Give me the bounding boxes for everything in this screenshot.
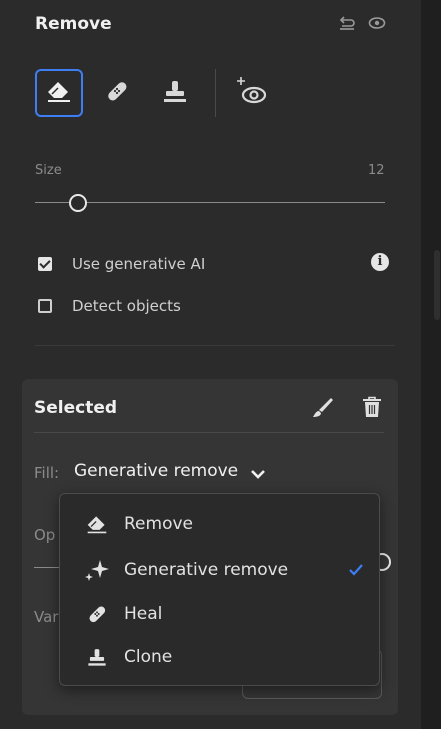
size-slider-thumb[interactable] (69, 194, 87, 212)
remove-panel: Remove Size 12 Use generative AI i Detec… (0, 0, 421, 729)
use-generative-ai-label: Use generative AI (72, 255, 206, 273)
canvas-edge (421, 0, 441, 729)
menu-item-label: Clone (124, 647, 173, 667)
menu-item-label: Heal (124, 604, 163, 624)
heal-tool-button[interactable] (93, 69, 141, 117)
trash-icon[interactable] (362, 396, 382, 422)
info-icon[interactable]: i (371, 253, 389, 271)
panel-title: Remove (35, 14, 112, 34)
menu-item-heal[interactable]: Heal (60, 594, 379, 634)
stamp-icon (161, 77, 189, 109)
chevron-down-icon[interactable] (250, 465, 266, 484)
sparkle-icon (84, 558, 110, 582)
fill-dropdown[interactable]: Generative remove (74, 461, 238, 481)
panel-resize-handle[interactable] (434, 250, 440, 320)
visualize-tool-button[interactable] (228, 69, 276, 117)
tool-row (35, 69, 286, 117)
reset-icon[interactable] (338, 16, 356, 30)
detect-objects-option[interactable]: Detect objects (38, 297, 181, 315)
size-slider-track[interactable] (35, 202, 385, 203)
detect-objects-label: Detect objects (72, 297, 181, 315)
fill-dropdown-menu: Remove Generative remove Heal Clone (59, 493, 380, 686)
tool-divider (215, 69, 216, 117)
stamp-icon (84, 645, 110, 669)
use-generative-ai-option[interactable]: Use generative AI (38, 255, 205, 273)
detect-objects-checkbox[interactable] (38, 299, 52, 313)
card-divider (34, 432, 384, 433)
size-label: Size (35, 163, 62, 178)
eye-plus-icon (237, 76, 267, 110)
clone-tool-button[interactable] (151, 69, 199, 117)
brush-icon[interactable] (311, 396, 335, 424)
opacity-label: Op (34, 526, 56, 544)
remove-tool-button[interactable] (35, 69, 83, 117)
use-generative-ai-checkbox[interactable] (38, 257, 52, 271)
selected-title: Selected (34, 398, 118, 418)
section-divider (35, 345, 395, 346)
eraser-icon (84, 512, 110, 536)
checkmark-icon (348, 562, 364, 581)
eye-icon[interactable] (368, 16, 386, 30)
menu-item-generative-remove[interactable]: Generative remove (60, 550, 379, 590)
eraser-icon (45, 78, 73, 108)
menu-item-label: Generative remove (124, 560, 289, 580)
panel-header-actions (338, 16, 386, 30)
bandage-icon (84, 602, 110, 626)
fill-label: Fill: (34, 464, 60, 482)
menu-item-clone[interactable]: Clone (60, 637, 379, 677)
menu-item-label: Remove (124, 514, 193, 534)
variations-label: Var (34, 608, 59, 626)
bandage-icon (103, 77, 131, 109)
menu-item-remove[interactable]: Remove (60, 504, 379, 544)
size-value: 12 (368, 163, 385, 178)
